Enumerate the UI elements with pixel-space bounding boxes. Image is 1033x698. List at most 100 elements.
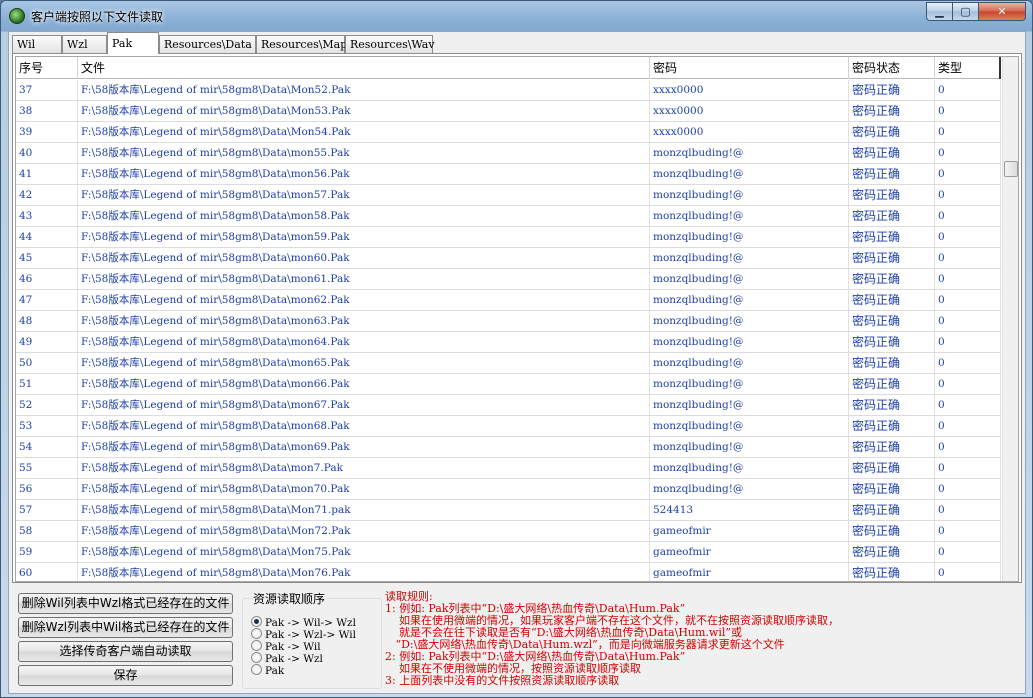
radio-option-pak-wil-wzl[interactable]: Pak -> Wil-> Wzl (251, 616, 356, 629)
cell-index: 60 (16, 563, 78, 581)
save-button[interactable]: 保存 (18, 665, 233, 686)
table-row[interactable]: 54 F:\58版本库\Legend of mir\58gm8\Data\mon6… (16, 437, 1001, 458)
cell-file: F:\58版本库\Legend of mir\58gm8\Data\Mon76.… (78, 563, 650, 581)
cell-file: F:\58版本库\Legend of mir\58gm8\Data\Mon71.… (78, 500, 650, 520)
table-row[interactable]: 46 F:\58版本库\Legend of mir\58gm8\Data\mon6… (16, 269, 1001, 290)
cell-type: 0 (935, 521, 1001, 541)
list-rows: 37 F:\58版本库\Legend of mir\58gm8\Data\Mon5… (16, 80, 1001, 581)
cell-type: 0 (935, 80, 1001, 100)
cell-password-status: 密码正确 (849, 311, 935, 331)
radio-icon[interactable] (251, 616, 262, 627)
table-row[interactable]: 42 F:\58版本库\Legend of mir\58gm8\Data\mon5… (16, 185, 1001, 206)
table-row[interactable]: 44 F:\58版本库\Legend of mir\58gm8\Data\mon5… (16, 227, 1001, 248)
cell-password: xxxx0000 (650, 122, 849, 142)
cell-file: F:\58版本库\Legend of mir\58gm8\Data\mon58.… (78, 206, 650, 226)
radio-option-pak[interactable]: Pak (251, 664, 284, 677)
close-button[interactable]: ✕ (978, 2, 1026, 21)
cell-password: gameofmir (650, 563, 849, 581)
cell-index: 41 (16, 164, 78, 184)
table-row[interactable]: 50 F:\58版本库\Legend of mir\58gm8\Data\mon6… (16, 353, 1001, 374)
delete-wil-duplicates-button[interactable]: 删除Wil列表中Wzl格式已经存在的文件 (18, 593, 233, 614)
vertical-scrollbar[interactable] (1002, 57, 1018, 581)
cell-password-status: 密码正确 (849, 542, 935, 562)
radio-icon[interactable] (251, 664, 262, 675)
table-row[interactable]: 47 F:\58版本库\Legend of mir\58gm8\Data\mon6… (16, 290, 1001, 311)
table-row[interactable]: 55 F:\58版本库\Legend of mir\58gm8\Data\mon7… (16, 458, 1001, 479)
table-row[interactable]: 53 F:\58版本库\Legend of mir\58gm8\Data\mon6… (16, 416, 1001, 437)
title-bar[interactable]: 客户端按照以下文件读取 ▁ ▢ ✕ (1, 1, 1032, 31)
table-row[interactable]: 43 F:\58版本库\Legend of mir\58gm8\Data\mon5… (16, 206, 1001, 227)
minimize-button[interactable]: ▁ (926, 2, 953, 21)
cell-type: 0 (935, 227, 1001, 247)
column-header-file[interactable]: 文件 (78, 57, 650, 79)
column-header-password-status[interactable]: 密码状态 (849, 57, 935, 79)
tab-wzl[interactable]: Wzl (62, 35, 107, 53)
tab-resources-data[interactable]: Resources\Data (159, 35, 256, 53)
cell-password-status: 密码正确 (849, 353, 935, 373)
radio-option-pak-wzl-wil[interactable]: Pak -> Wzl-> Wil (251, 628, 356, 641)
radio-icon[interactable] (251, 652, 262, 663)
table-row[interactable]: 39 F:\58版本库\Legend of mir\58gm8\Data\Mon5… (16, 122, 1001, 143)
cell-index: 46 (16, 269, 78, 289)
table-row[interactable]: 59 F:\58版本库\Legend of mir\58gm8\Data\Mon7… (16, 542, 1001, 563)
cell-type: 0 (935, 269, 1001, 289)
pak-tab-panel: 序号 文件 密码 密码状态 类型 37 F:\58版本库\Legend of mi… (12, 53, 1022, 583)
scrollbar-thumb[interactable] (1004, 161, 1018, 177)
app-icon (9, 8, 25, 24)
table-row[interactable]: 58 F:\58版本库\Legend of mir\58gm8\Data\Mon7… (16, 521, 1001, 542)
cell-index: 44 (16, 227, 78, 247)
radio-option-pak-wzl[interactable]: Pak -> Wzl (251, 652, 323, 665)
file-list[interactable]: 序号 文件 密码 密码状态 类型 37 F:\58版本库\Legend of mi… (15, 56, 1019, 582)
cell-index: 43 (16, 206, 78, 226)
cell-type: 0 (935, 101, 1001, 121)
tab-resources-wav[interactable]: Resources\Wav (345, 35, 435, 53)
cell-password-status: 密码正确 (849, 500, 935, 520)
cell-password: xxxx0000 (650, 101, 849, 121)
table-row[interactable]: 51 F:\58版本库\Legend of mir\58gm8\Data\mon6… (16, 374, 1001, 395)
tab-resources-map[interactable]: Resources\Map (256, 35, 347, 53)
cell-password-status: 密码正确 (849, 563, 935, 581)
table-row[interactable]: 37 F:\58版本库\Legend of mir\58gm8\Data\Mon5… (16, 80, 1001, 101)
radio-icon[interactable] (251, 628, 262, 639)
column-header-index[interactable]: 序号 (16, 57, 78, 79)
cell-password-status: 密码正确 (849, 269, 935, 289)
cell-type: 0 (935, 164, 1001, 184)
cell-type: 0 (935, 353, 1001, 373)
table-row[interactable]: 38 F:\58版本库\Legend of mir\58gm8\Data\Mon5… (16, 101, 1001, 122)
cell-file: F:\58版本库\Legend of mir\58gm8\Data\mon57.… (78, 185, 650, 205)
cell-index: 42 (16, 185, 78, 205)
cell-password: gameofmir (650, 521, 849, 541)
cell-file: F:\58版本库\Legend of mir\58gm8\Data\mon55.… (78, 143, 650, 163)
cell-password: monzqlbuding!@ (650, 227, 849, 247)
tab-wil[interactable]: Wil (12, 35, 62, 53)
table-row[interactable]: 48 F:\58版本库\Legend of mir\58gm8\Data\mon6… (16, 311, 1001, 332)
column-header-password[interactable]: 密码 (650, 57, 849, 79)
radio-option-pak-wil[interactable]: Pak -> Wil (251, 640, 321, 653)
cell-password: monzqlbuding!@ (650, 437, 849, 457)
delete-wzl-duplicates-button[interactable]: 删除Wzl列表中Wil格式已经存在的文件 (18, 617, 233, 638)
cell-file: F:\58版本库\Legend of mir\58gm8\Data\Mon75.… (78, 542, 650, 562)
cell-password: monzqlbuding!@ (650, 290, 849, 310)
cell-index: 38 (16, 101, 78, 121)
cell-password: monzqlbuding!@ (650, 164, 849, 184)
auto-read-client-button[interactable]: 选择传奇客户端自动读取 (18, 641, 233, 662)
table-row[interactable]: 57 F:\58版本库\Legend of mir\58gm8\Data\Mon7… (16, 500, 1001, 521)
table-row[interactable]: 52 F:\58版本库\Legend of mir\58gm8\Data\mon6… (16, 395, 1001, 416)
table-row[interactable]: 45 F:\58版本库\Legend of mir\58gm8\Data\mon6… (16, 248, 1001, 269)
maximize-button[interactable]: ▢ (952, 2, 979, 21)
cell-password-status: 密码正确 (849, 521, 935, 541)
table-row[interactable]: 60 F:\58版本库\Legend of mir\58gm8\Data\Mon7… (16, 563, 1001, 581)
tab-pak[interactable]: Pak (107, 32, 159, 54)
cell-password-status: 密码正确 (849, 248, 935, 268)
column-header-type[interactable]: 类型 (935, 57, 1001, 79)
read-order-group: 资源读取顺序 Pak -> Wil-> Wzl Pak -> Wzl-> Wil… (242, 590, 382, 689)
cell-password-status: 密码正确 (849, 332, 935, 352)
cell-password-status: 密码正确 (849, 290, 935, 310)
table-row[interactable]: 41 F:\58版本库\Legend of mir\58gm8\Data\mon5… (16, 164, 1001, 185)
table-row[interactable]: 49 F:\58版本库\Legend of mir\58gm8\Data\mon6… (16, 332, 1001, 353)
client-area: Wil Wzl Pak Resources\Data Resources\Map… (8, 31, 1026, 694)
radio-icon[interactable] (251, 640, 262, 651)
cell-index: 50 (16, 353, 78, 373)
table-row[interactable]: 56 F:\58版本库\Legend of mir\58gm8\Data\mon7… (16, 479, 1001, 500)
table-row[interactable]: 40 F:\58版本库\Legend of mir\58gm8\Data\mon5… (16, 143, 1001, 164)
